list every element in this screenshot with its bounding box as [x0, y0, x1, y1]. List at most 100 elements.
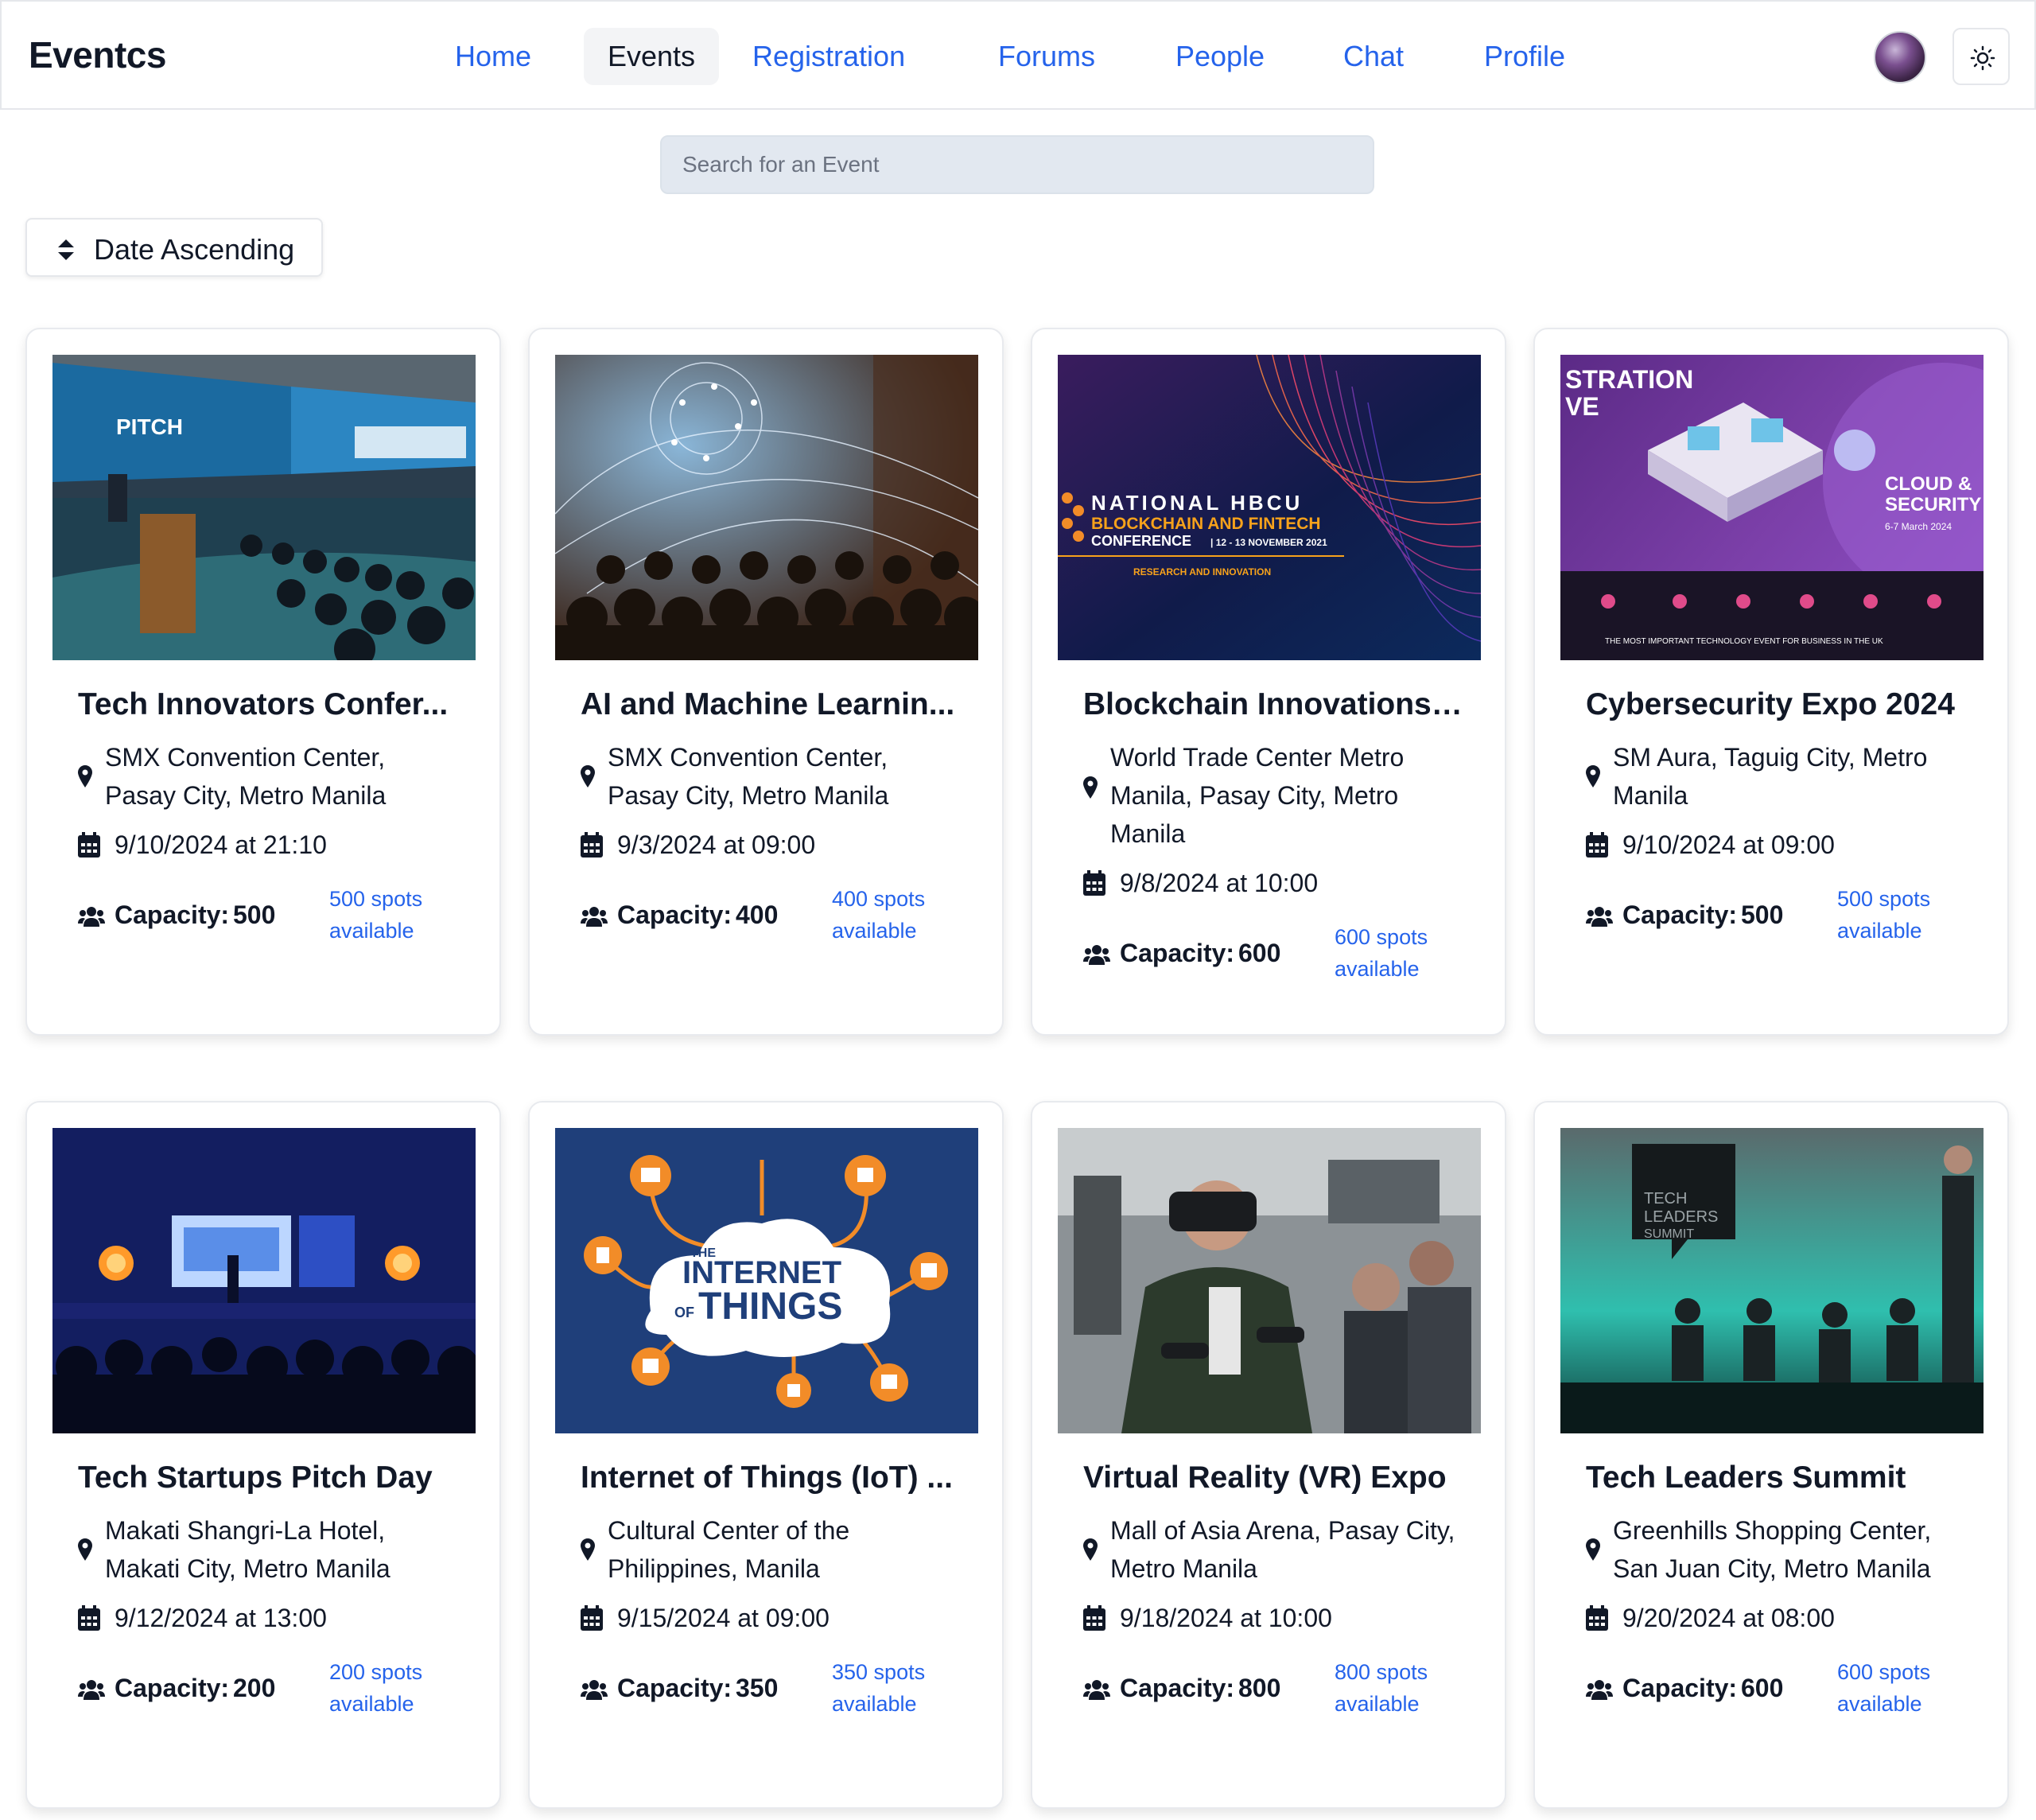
capacity-label: Capacity:	[1622, 900, 1738, 929]
event-title[interactable]: Tech Startups Pitch Day	[78, 1460, 460, 1495]
event-title[interactable]: Tech Leaders Summit	[1586, 1460, 1968, 1495]
banner-corner-bottom: VE	[1565, 392, 1599, 421]
capacity-label: Capacity:	[1120, 939, 1235, 967]
event-image	[555, 355, 978, 660]
nav-chat[interactable]: Chat	[1330, 28, 1417, 85]
event-date: 9/8/2024 at 10:00	[1083, 864, 1465, 902]
location-text: Mall of Asia Arena, Pasay City, Metro Ma…	[1110, 1516, 1455, 1583]
nav-home[interactable]: Home	[429, 28, 557, 85]
banner-date: 6-7 March 2024	[1885, 521, 1952, 532]
event-capacity: Capacity: 200 200 spots available	[78, 1656, 476, 1728]
capacity-value: 500	[1741, 900, 1784, 929]
location-text: SMX Convention Center, Pasay City, Metro…	[608, 743, 889, 810]
capacity-label: Capacity:	[1120, 1674, 1235, 1702]
users-icon	[1083, 1680, 1110, 1700]
event-capacity: Capacity: 600 600 spots available	[1083, 921, 1481, 993]
theme-toggle-button[interactable]	[1952, 28, 2010, 85]
capacity-label: Capacity:	[617, 900, 732, 929]
calendar-icon	[1083, 870, 1105, 896]
event-image: PITCH	[52, 355, 476, 660]
nav-people[interactable]: People	[1164, 28, 1276, 85]
users-icon	[581, 1680, 608, 1700]
map-pin-icon	[1586, 765, 1600, 788]
event-title[interactable]: Virtual Reality (VR) Expo	[1083, 1460, 1465, 1495]
brand-logo[interactable]: Eventcs	[29, 33, 166, 76]
event-capacity: Capacity: 350 350 spots available	[581, 1656, 978, 1728]
spots-available: 600 spots available	[1335, 925, 1428, 981]
event-image: TECH LEADERS SUMMIT	[1560, 1128, 1984, 1433]
event-card[interactable]: STRATION VE CLOUD & SECURITY 6-7 March 2…	[1533, 328, 2009, 1036]
location-text: World Trade Center Metro Manila, Pasay C…	[1110, 743, 1405, 848]
banner-line-2: BLOCKCHAIN AND FINTECH	[1091, 515, 1321, 533]
spots-available: 200 spots available	[329, 1660, 423, 1716]
event-image	[52, 1128, 476, 1433]
event-title[interactable]: Blockchain Innovations ...	[1083, 687, 1465, 722]
event-capacity: Capacity: 500 500 spots available	[1586, 883, 1984, 955]
banner-sign-1: TECH	[1644, 1190, 1687, 1208]
calendar-icon	[1083, 1605, 1105, 1631]
nav-forums[interactable]: Forums	[991, 28, 1102, 85]
calendar-icon	[78, 1605, 100, 1631]
users-icon	[1083, 945, 1110, 965]
banner-line-4: RESEARCH AND INNOVATION	[1133, 566, 1271, 578]
sort-label: Date Ascending	[94, 233, 295, 266]
date-text: 9/3/2024 at 09:00	[617, 830, 816, 859]
location-text: Cultural Center of the Philippines, Mani…	[608, 1516, 850, 1583]
event-card[interactable]: TECH LEADERS SUMMIT Tech Leaders Summit …	[1533, 1101, 2009, 1809]
users-icon	[581, 907, 608, 927]
event-image: STRATION VE CLOUD & SECURITY 6-7 March 2…	[1560, 355, 1984, 660]
event-title[interactable]: Cybersecurity Expo 2024	[1586, 687, 1968, 722]
banner-corner-top: STRATION	[1565, 365, 1693, 394]
event-image: NATIONAL HBCU BLOCKCHAIN AND FINTECH CON…	[1058, 355, 1481, 660]
banner-line-3: CONFERENCE	[1091, 533, 1191, 549]
banner-line-1: NATIONAL HBCU	[1091, 491, 1303, 515]
nav-profile[interactable]: Profile	[1465, 28, 1584, 85]
event-title[interactable]: AI and Machine Learnin...	[581, 687, 962, 722]
event-card[interactable]: Virtual Reality (VR) Expo Mall of Asia A…	[1031, 1101, 1506, 1809]
location-text: SM Aura, Taguig City, Metro Manila	[1613, 743, 1928, 810]
banner-brand-2: SECURITY	[1885, 494, 1981, 515]
capacity-value: 400	[736, 900, 779, 929]
date-text: 9/8/2024 at 10:00	[1120, 869, 1319, 897]
event-date: 9/20/2024 at 08:00	[1586, 1599, 1968, 1637]
event-card[interactable]: PITCH Tech Innovators Confer... SMX Conv…	[25, 328, 501, 1036]
users-icon	[78, 907, 105, 927]
calendar-icon	[581, 1605, 603, 1631]
event-date: 9/3/2024 at 09:00	[581, 826, 962, 864]
nav-events[interactable]: Events	[584, 28, 719, 85]
capacity-label: Capacity:	[115, 1674, 230, 1702]
event-title[interactable]: Internet of Things (IoT) ...	[581, 1460, 962, 1495]
capacity-label: Capacity:	[115, 900, 230, 929]
event-date: 9/10/2024 at 09:00	[1586, 826, 1968, 864]
event-card[interactable]: THE INTERNET OF THINGS Internet of Thing…	[528, 1101, 1004, 1809]
capacity-value: 800	[1238, 1674, 1281, 1702]
spots-available: 500 spots available	[1837, 887, 1931, 943]
event-capacity: Capacity: 400 400 spots available	[581, 883, 978, 955]
event-title[interactable]: Tech Innovators Confer...	[78, 687, 460, 722]
event-search-input[interactable]	[660, 135, 1374, 194]
users-icon	[1586, 1680, 1613, 1700]
event-date: 9/18/2024 at 10:00	[1083, 1599, 1465, 1637]
banner-footer: THE MOST IMPORTANT TECHNOLOGY EVENT FOR …	[1605, 637, 1883, 646]
event-capacity: Capacity: 500 500 spots available	[78, 883, 476, 955]
location-text: Makati Shangri-La Hotel, Makati City, Me…	[105, 1516, 390, 1583]
event-card[interactable]: NATIONAL HBCU BLOCKCHAIN AND FINTECH CON…	[1031, 328, 1506, 1036]
map-pin-icon	[581, 1538, 595, 1561]
spots-available: 500 spots available	[329, 887, 423, 943]
map-pin-icon	[1083, 1538, 1098, 1561]
sort-date-button[interactable]: Date Ascending	[25, 218, 323, 277]
spots-available: 350 spots available	[832, 1660, 926, 1716]
calendar-icon	[581, 832, 603, 858]
date-text: 9/10/2024 at 09:00	[1622, 830, 1835, 859]
event-card[interactable]: AI and Machine Learnin... SMX Convention…	[528, 328, 1004, 1036]
location-text: SMX Convention Center, Pasay City, Metro…	[105, 743, 387, 810]
map-pin-icon	[78, 1538, 92, 1561]
capacity-value: 600	[1741, 1674, 1784, 1702]
capacity-value: 350	[736, 1674, 779, 1702]
user-avatar[interactable]	[1874, 31, 1926, 84]
event-card[interactable]: Tech Startups Pitch Day Makati Shangri-L…	[25, 1101, 501, 1809]
event-capacity: Capacity: 600 600 spots available	[1586, 1656, 1984, 1728]
nav-registration[interactable]: Registration	[752, 28, 905, 85]
users-icon	[78, 1680, 105, 1700]
event-date: 9/15/2024 at 09:00	[581, 1599, 962, 1637]
